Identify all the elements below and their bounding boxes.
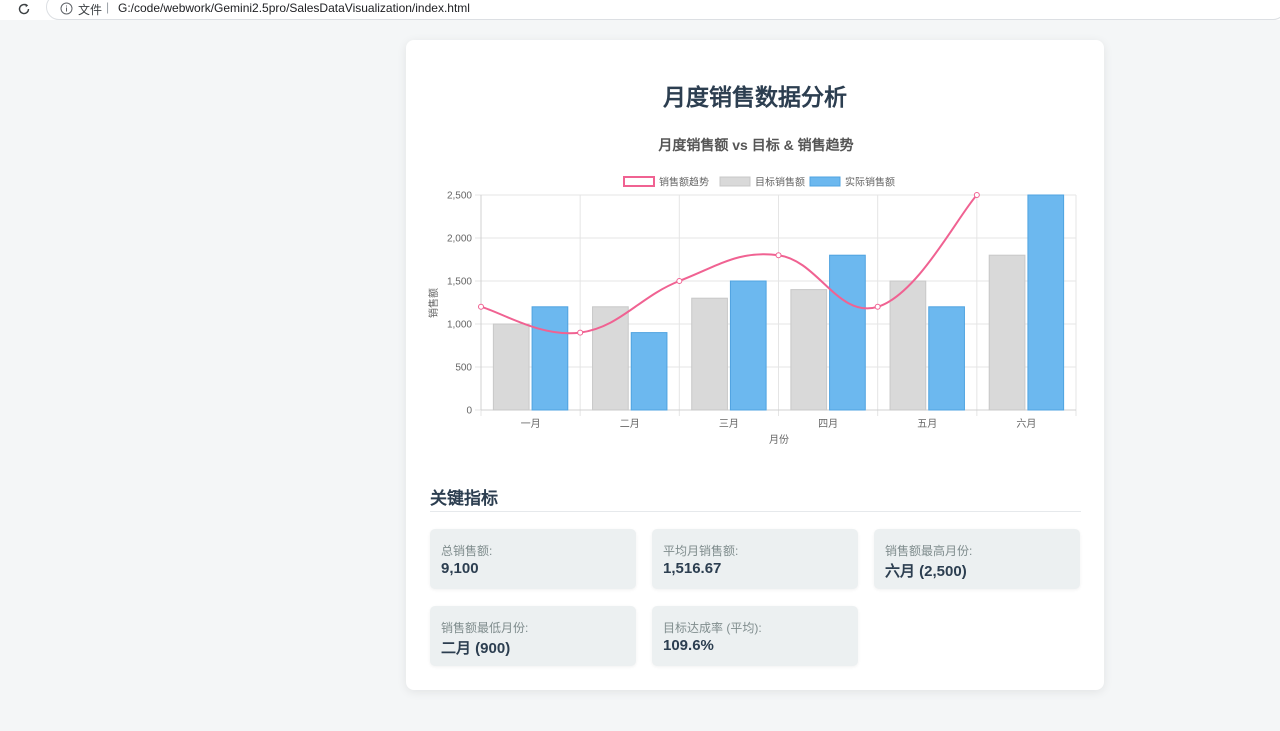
- bar-actual: [630, 332, 668, 411]
- bar-target: [790, 289, 828, 411]
- x-axis-label: 月份: [769, 434, 789, 446]
- metric-label: 平均月销售额:: [663, 544, 739, 558]
- y-tick-label: 500: [455, 363, 472, 374]
- y-tick-label: 1,500: [447, 277, 472, 288]
- bar-target: [691, 297, 728, 411]
- bar-target: [492, 323, 530, 411]
- trend-point: [478, 303, 484, 310]
- bar-actual: [829, 254, 866, 411]
- metric-highest-month: 销售额最高月份: 六月 (2,500): [874, 529, 1080, 589]
- metric-label: 目标达成率 (平均):: [663, 621, 762, 635]
- trend-point: [775, 252, 782, 259]
- trend-point: [676, 278, 683, 284]
- bar-actual: [1027, 194, 1065, 411]
- y-tick-label: 0: [466, 406, 472, 417]
- metric-total-sales: 总销售额: 9,100: [430, 529, 636, 589]
- info-icon[interactable]: [60, 2, 73, 15]
- x-tick-label: 四月: [818, 418, 838, 430]
- bar-actual: [928, 306, 965, 411]
- chart-legend[interactable]: 销售额趋势 目标销售额 实际销售额: [623, 176, 895, 189]
- legend-swatch: [809, 176, 841, 187]
- x-tick-label: 六月: [1016, 418, 1036, 430]
- y-tick-label: 2,500: [447, 191, 472, 202]
- bar-actual: [729, 280, 767, 411]
- metric-label: 销售额最高月份:: [885, 544, 973, 558]
- metrics-divider: [430, 511, 1081, 512]
- chart-title: 月度销售额 vs 目标 & 销售趋势: [657, 137, 853, 153]
- address-separator: |: [106, 0, 110, 14]
- legend-label: 实际销售额: [845, 176, 895, 189]
- x-tick-label: 三月: [719, 418, 739, 430]
- x-tick-label: 五月: [917, 418, 937, 430]
- y-axis-label: 销售额: [427, 288, 440, 318]
- sales-chart-svg: 月度销售额 vs 目标 & 销售趋势 销售额 月份 销售额趋势 目标销售额 实际销售…: [427, 137, 1077, 446]
- legend-swatch: [623, 176, 655, 187]
- browser-toolbar: 文件 | G:/code/webwork/Gemini2.5pro/SalesD…: [0, 0, 1280, 20]
- trend-point: [874, 303, 881, 310]
- sales-chart[interactable]: 月度销售额 vs 目标 & 销售趋势 销售额 月份 销售额趋势 目标销售额 实际销售…: [426, 130, 1086, 450]
- metric-label: 总销售额:: [441, 544, 493, 558]
- legend-label: 目标销售额: [755, 176, 805, 189]
- metric-target-rate: 目标达成率 (平均): 109.6%: [652, 606, 858, 666]
- y-tick-label: 1,000: [447, 320, 472, 331]
- legend-label: 销售额趋势: [659, 176, 709, 189]
- address-url[interactable]: G:/code/webwork/Gemini2.5pro/SalesDataVi…: [118, 1, 470, 15]
- trend-point: [973, 192, 980, 198]
- bar-target: [988, 254, 1026, 411]
- bar-actual: [531, 306, 569, 411]
- metrics-heading: 关键指标: [430, 489, 498, 508]
- metric-label: 销售额最低月份:: [441, 621, 529, 635]
- metric-value: 二月 (900): [441, 640, 511, 657]
- metric-value: 1,516.67: [663, 560, 722, 577]
- reload-icon[interactable]: [14, 0, 34, 18]
- y-tick-label: 2,000: [447, 234, 472, 245]
- x-tick-label: 二月: [620, 418, 640, 430]
- metric-average-sales: 平均月销售额: 1,516.67: [652, 529, 858, 589]
- trend-point: [577, 329, 584, 336]
- x-tick-label: 一月: [521, 418, 541, 430]
- bar-target: [889, 280, 927, 411]
- metric-lowest-month: 销售额最低月份: 二月 (900): [430, 606, 636, 666]
- page-title: 月度销售数据分析: [663, 84, 847, 110]
- metric-value: 六月 (2,500): [885, 563, 967, 580]
- metric-value: 109.6%: [663, 637, 714, 654]
- address-scheme-label: 文件: [78, 3, 103, 17]
- legend-swatch: [719, 176, 751, 187]
- metric-value: 9,100: [441, 560, 479, 577]
